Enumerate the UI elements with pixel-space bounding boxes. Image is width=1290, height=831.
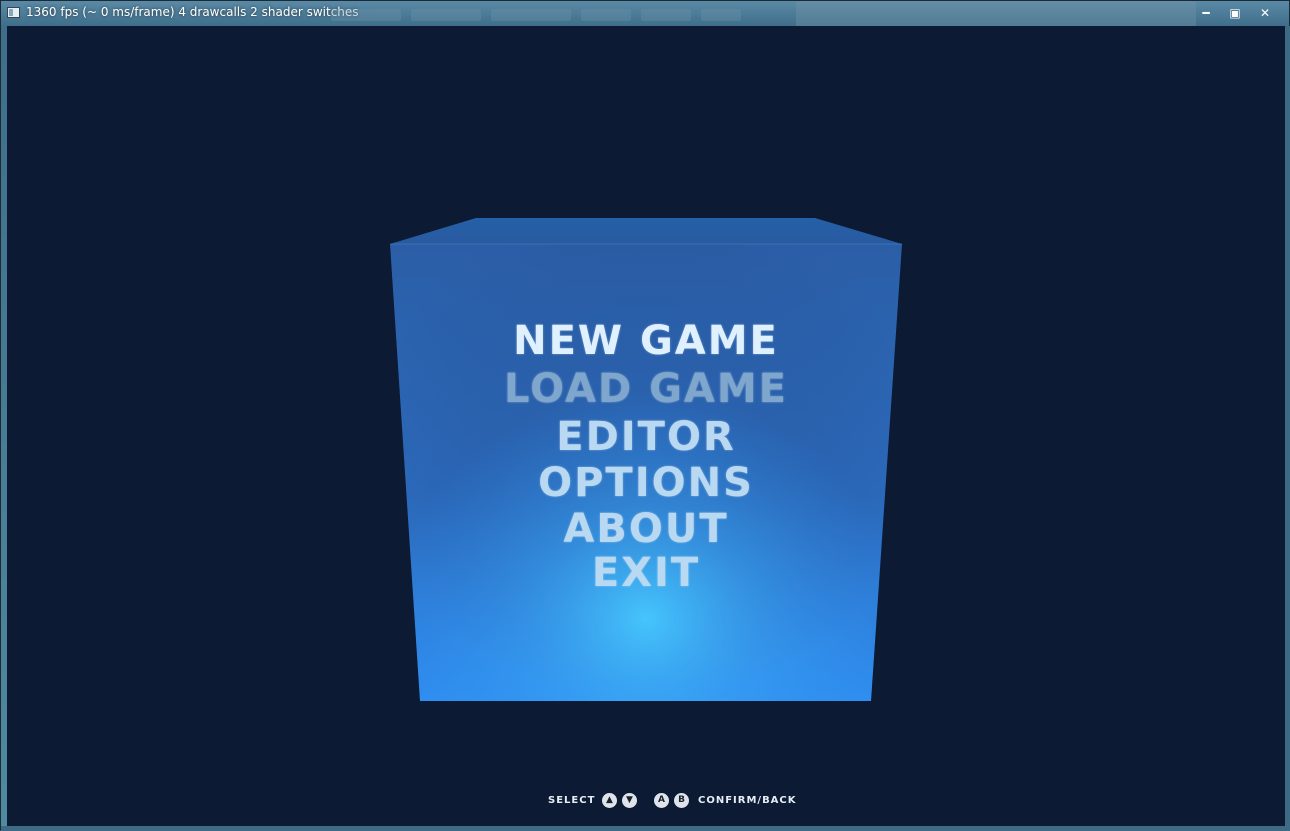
menu-item-editor[interactable]: EDITOR bbox=[7, 417, 1285, 457]
ghost-tab bbox=[491, 9, 571, 21]
title-bar[interactable]: 1360 fps (~ 0 ms/frame) 4 drawcalls 2 sh… bbox=[1, 1, 1289, 26]
window-border-right bbox=[1285, 26, 1290, 826]
confirm-back-hint-label: CONFIRM/BACK bbox=[698, 795, 797, 806]
app-window-icon bbox=[7, 7, 20, 18]
minimize-button[interactable]: ━ bbox=[1193, 4, 1219, 22]
a-button-icon: A bbox=[654, 793, 669, 808]
ghost-tab bbox=[701, 9, 741, 21]
menu-item-load-game[interactable]: LOAD GAME bbox=[7, 369, 1285, 409]
cube-top-face bbox=[390, 218, 902, 244]
ghost-tab bbox=[331, 9, 401, 21]
dpad-up-icon: ▲ bbox=[602, 793, 617, 808]
window-title: 1360 fps (~ 0 ms/frame) 4 drawcalls 2 sh… bbox=[26, 5, 359, 19]
game-viewport[interactable]: NEW GAME LOAD GAME EDITOR OPTIONS ABOUT … bbox=[7, 26, 1285, 826]
background-taskbar-ghost bbox=[331, 7, 791, 23]
close-button[interactable]: ✕ bbox=[1252, 4, 1278, 22]
select-hint-label: SELECT bbox=[548, 795, 596, 806]
window-border-bottom bbox=[1, 826, 1290, 831]
b-button-icon: B bbox=[674, 793, 689, 808]
ghost-tab bbox=[641, 9, 691, 21]
background-window-ghost bbox=[796, 1, 1196, 26]
dpad-down-icon: ▼ bbox=[622, 793, 637, 808]
controls-hint-bar: SELECT ▲ ▼ A B CONFIRM/BACK bbox=[7, 792, 1285, 810]
maximize-button[interactable]: ▣ bbox=[1222, 4, 1248, 22]
app-window: 1360 fps (~ 0 ms/frame) 4 drawcalls 2 sh… bbox=[0, 0, 1290, 831]
ghost-tab bbox=[411, 9, 481, 21]
ghost-tab bbox=[581, 9, 631, 21]
menu-item-options[interactable]: OPTIONS bbox=[7, 463, 1285, 503]
menu-item-new-game[interactable]: NEW GAME bbox=[7, 321, 1285, 361]
menu-item-about[interactable]: ABOUT bbox=[7, 509, 1285, 549]
menu-item-exit[interactable]: EXIT bbox=[7, 553, 1285, 593]
